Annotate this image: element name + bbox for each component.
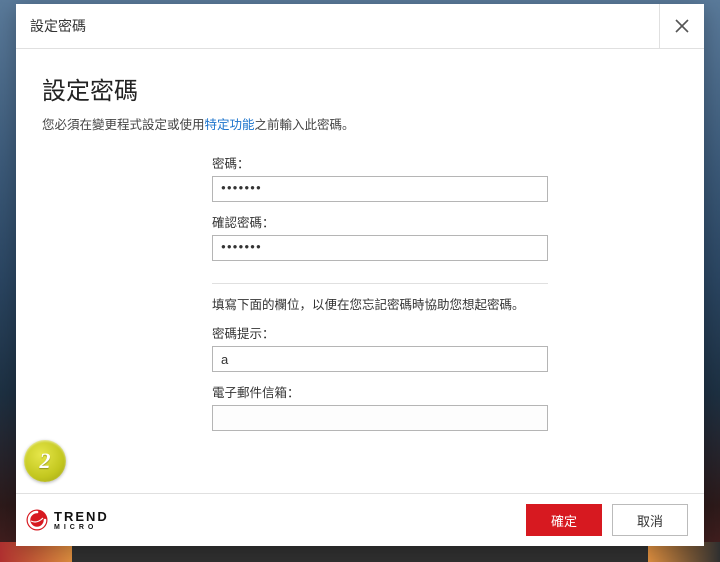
cancel-button[interactable]: 取消	[612, 504, 688, 536]
password-label: 密碼：	[212, 153, 548, 172]
titlebar-title: 設定密碼	[30, 16, 86, 36]
step-badge: 2	[24, 440, 66, 482]
brand-text: TREND MICRO	[54, 510, 109, 531]
confirm-password-value: ●●●●●●●	[221, 242, 262, 251]
step-number: 2	[40, 448, 51, 474]
brand-logo: TREND MICRO	[26, 509, 109, 531]
password-value: ●●●●●●●	[221, 183, 262, 192]
page-heading: 設定密碼	[42, 71, 678, 106]
page-description: 您必須在變更程式設定或使用特定功能之前輸入此密碼。	[42, 114, 678, 133]
email-label: 電子郵件信箱：	[212, 382, 548, 401]
section-divider	[212, 283, 548, 284]
brand-text-bottom: MICRO	[54, 524, 109, 531]
confirm-password-label: 確認密碼：	[212, 212, 548, 231]
description-before: 您必須在變更程式設定或使用	[42, 118, 205, 132]
close-button[interactable]	[659, 4, 704, 48]
password-hint-input[interactable]	[212, 346, 548, 372]
ok-button[interactable]: 確定	[526, 504, 602, 536]
form-area: 密碼： ●●●●●●● 確認密碼： ●●●●●●● 填寫下面的欄位，以便在您忘記…	[212, 153, 548, 431]
password-hint-label: 密碼提示：	[212, 323, 548, 342]
brand-text-top: TREND	[54, 510, 109, 523]
titlebar: 設定密碼	[16, 4, 704, 49]
footer-buttons: 確定 取消	[526, 504, 688, 536]
content-area: 設定密碼 您必須在變更程式設定或使用特定功能之前輸入此密碼。 密碼： ●●●●●…	[16, 49, 704, 493]
special-features-link[interactable]: 特定功能	[205, 118, 255, 132]
recovery-help-text: 填寫下面的欄位，以便在您忘記密碼時協助您想起密碼。	[212, 294, 548, 313]
description-after: 之前輸入此密碼。	[255, 118, 355, 132]
email-input[interactable]	[212, 405, 548, 431]
password-input[interactable]: ●●●●●●●	[212, 176, 548, 202]
close-icon	[675, 19, 689, 33]
trend-micro-icon	[26, 509, 48, 531]
footer: TREND MICRO 確定 取消	[16, 493, 704, 546]
password-dialog: 設定密碼 設定密碼 您必須在變更程式設定或使用特定功能之前輸入此密碼。 密碼： …	[16, 4, 704, 546]
confirm-password-input[interactable]: ●●●●●●●	[212, 235, 548, 261]
